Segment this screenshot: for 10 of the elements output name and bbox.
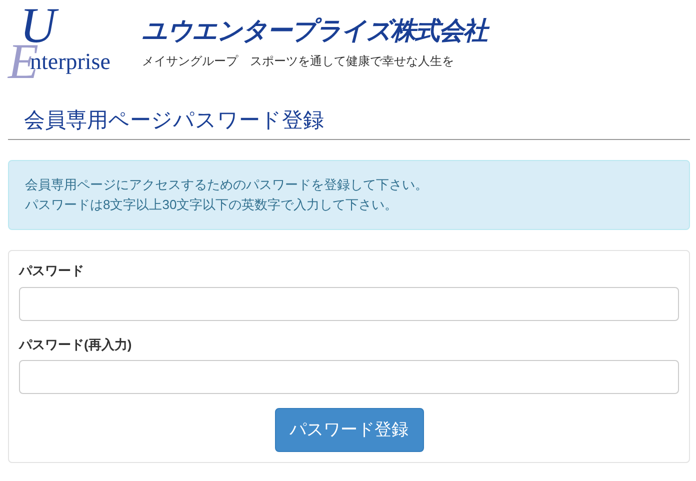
notice-text: パスワードは8文字以上30文字以下の英数字で入力して下さい。 [25,196,399,214]
page-title: 会員専用ページパスワード登録 [8,92,690,140]
field-label: パスワード(再入力) [19,336,133,354]
tagline: メイサングループ スポーツを通して健康で幸せな人生を [142,53,455,70]
company-name: ユウエンタープライズ株式会社 [142,16,487,46]
notice-text: 会員専用ページにアクセスするためのパスワードを登録して下さい。 [25,176,429,194]
password-field[interactable] [19,360,679,394]
password-field[interactable] [19,286,679,321]
register-button[interactable]: パスワード登録 [274,408,424,452]
field-label: パスワード [19,262,85,280]
